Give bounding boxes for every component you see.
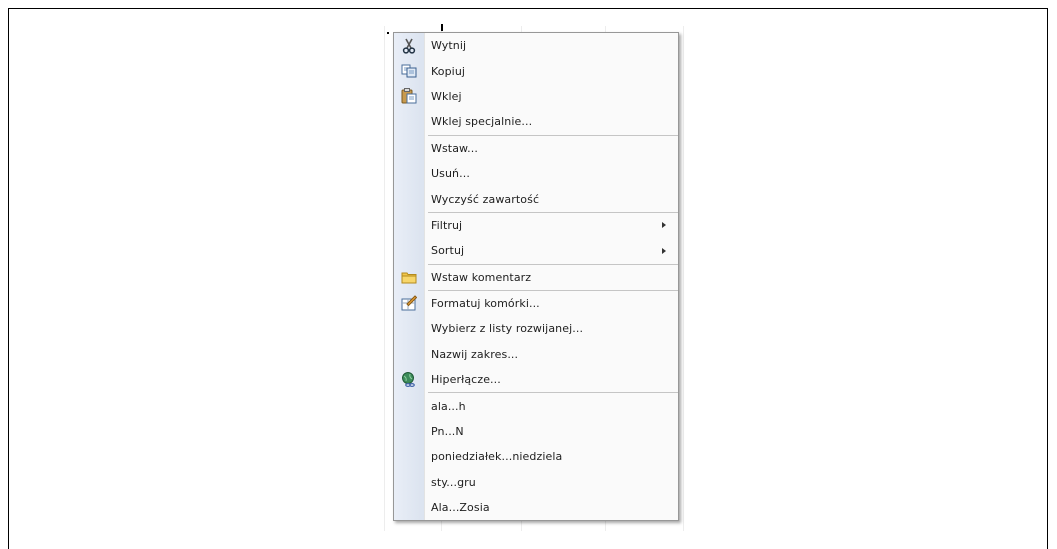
menu-item-label: Filtruj bbox=[431, 218, 463, 232]
format-cells-icon bbox=[400, 295, 417, 312]
menu-item-name-range[interactable]: Nazwij zakres... bbox=[394, 342, 678, 367]
menu-item-label: Formatuj komórki... bbox=[431, 297, 540, 311]
menu-item-format-cells[interactable]: Formatuj komórki... bbox=[394, 291, 678, 316]
hyperlink-globe-icon bbox=[400, 371, 417, 388]
copy-icon bbox=[400, 62, 417, 79]
menu-item-label: Usuń... bbox=[431, 167, 470, 181]
menu-item-insert-comment[interactable]: Wstaw komentarz bbox=[394, 265, 678, 290]
menu-item-label: Sortuj bbox=[431, 244, 465, 258]
menu-item-copy[interactable]: Kopiuj bbox=[394, 58, 678, 83]
cell-cursor-dot bbox=[387, 32, 389, 34]
menu-item-label: Wstaw... bbox=[431, 141, 478, 155]
menu-item-label: Wytnij bbox=[431, 39, 467, 53]
menu-item-pick-from-list[interactable]: Wybierz z listy rozwijanej... bbox=[394, 316, 678, 341]
menu-item-label: Wybierz z listy rozwijanej... bbox=[431, 322, 584, 336]
menu-item-label: Wstaw komentarz bbox=[431, 270, 532, 284]
submenu-arrow-icon bbox=[662, 247, 666, 254]
menu-item-label: Wklej bbox=[431, 89, 462, 103]
menu-item-custom-list-names[interactable]: Ala...Zosia bbox=[394, 495, 678, 520]
comment-folder-icon bbox=[400, 269, 417, 286]
scissors-icon bbox=[400, 37, 417, 54]
menu-item-label: sty...gru bbox=[431, 475, 476, 489]
menu-item-filter[interactable]: Filtruj bbox=[394, 213, 678, 238]
menu-item-custom-list-weekdays[interactable]: poniedziałek...niedziela bbox=[394, 444, 678, 469]
menu-item-label: poniedziałek...niedziela bbox=[431, 450, 563, 464]
menu-item-cut[interactable]: Wytnij bbox=[394, 33, 678, 58]
menu-item-label: Hiperłącze... bbox=[431, 373, 501, 387]
submenu-arrow-icon bbox=[662, 222, 666, 229]
menu-item-label: Pn...N bbox=[431, 425, 464, 439]
menu-item-label: Nazwij zakres... bbox=[431, 347, 519, 361]
menu-item-custom-list-letters[interactable]: ala...h bbox=[394, 393, 678, 418]
menu-item-paste-special[interactable]: Wklej specjalnie... bbox=[394, 109, 678, 134]
menu-item-custom-list-weekday-abbr[interactable]: Pn...N bbox=[394, 419, 678, 444]
menu-item-label: Wyczyść zawartość bbox=[431, 192, 540, 206]
menu-item-delete[interactable]: Usuń... bbox=[394, 161, 678, 186]
menu-item-hyperlink[interactable]: Hiperłącze... bbox=[394, 367, 678, 392]
menu-item-label: Kopiuj bbox=[431, 64, 466, 78]
menu-item-label: ala...h bbox=[431, 399, 466, 413]
menu-item-clear-contents[interactable]: Wyczyść zawartość bbox=[394, 186, 678, 211]
menu-item-label: Ala...Zosia bbox=[431, 501, 490, 515]
paste-icon bbox=[400, 88, 417, 105]
menu-item-label: Wklej specjalnie... bbox=[431, 115, 533, 129]
menu-item-custom-list-months[interactable]: sty...gru bbox=[394, 470, 678, 495]
menu-item-sort[interactable]: Sortuj bbox=[394, 238, 678, 263]
context-menu: Wytnij Kopiuj Wklej Wklej specjalnie... bbox=[393, 32, 679, 522]
menu-item-paste[interactable]: Wklej bbox=[394, 84, 678, 109]
menu-item-insert[interactable]: Wstaw... bbox=[394, 136, 678, 161]
cell-cursor-mark bbox=[441, 24, 443, 31]
